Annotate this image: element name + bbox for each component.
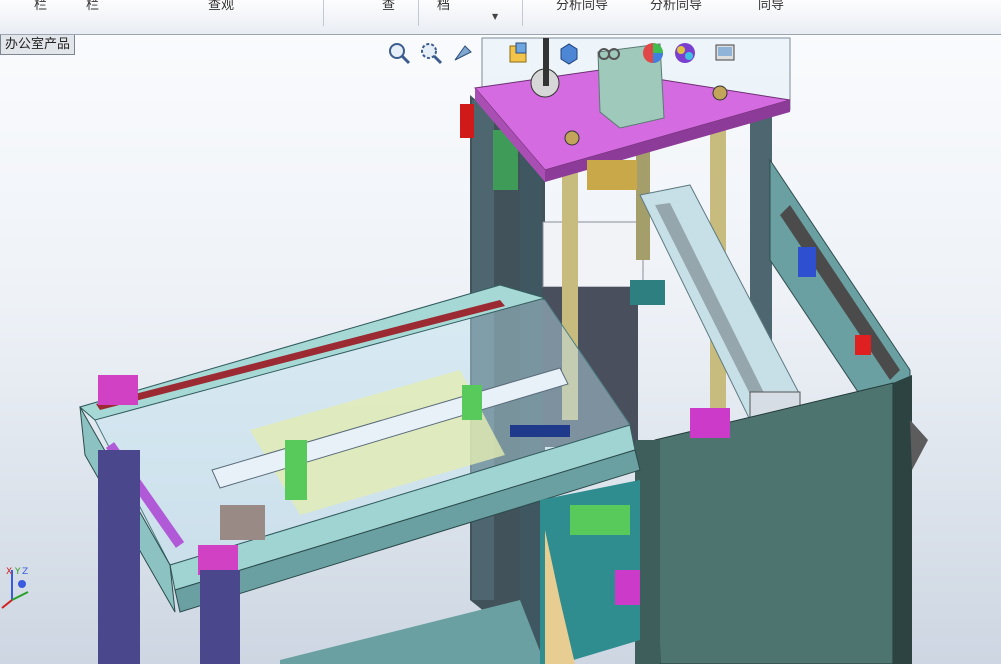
view-settings-icon[interactable]: [712, 40, 738, 66]
command-manager-ribbon: 栏 栏 查观 查 档 ▼ 分析同导 分析同导 同导: [0, 0, 1001, 35]
model-viewport[interactable]: [0, 36, 1001, 664]
triad-y-label: Y: [14, 567, 21, 577]
apply-scene-icon[interactable]: [672, 40, 698, 66]
ribbon-item-5[interactable]: 档: [437, 0, 450, 13]
ribbon-separator: [418, 0, 419, 26]
right-panel-assembly: [630, 158, 928, 664]
chevron-down-icon[interactable]: ▼: [492, 12, 498, 21]
triad-z-label: Z: [22, 567, 28, 577]
zoom-to-fit-icon[interactable]: [386, 40, 412, 66]
zoom-to-area-icon[interactable]: [418, 40, 444, 66]
section-view-icon[interactable]: [506, 40, 532, 66]
hide-show-items-icon[interactable]: [596, 40, 622, 66]
ribbon-item-view[interactable]: 查观: [208, 0, 234, 13]
ribbon-separator: [323, 0, 324, 26]
triad-x-label: X: [6, 567, 12, 577]
ribbon-item-analysis-1[interactable]: 分析同导: [556, 0, 608, 13]
previous-view-icon[interactable]: [450, 40, 476, 66]
ribbon-item-1[interactable]: 栏: [34, 0, 47, 13]
ribbon-item-8[interactable]: 同导: [758, 0, 784, 13]
reference-triad: X Y Z: [1, 567, 29, 609]
ribbon-item-4[interactable]: 查: [382, 0, 395, 13]
view-orientation-icon[interactable]: [556, 40, 582, 66]
edit-appearance-icon[interactable]: [640, 40, 666, 66]
ribbon-item-analysis-2[interactable]: 分析同导: [650, 0, 702, 13]
ribbon-separator: [522, 0, 523, 26]
ribbon-item-2[interactable]: 栏: [86, 0, 99, 13]
